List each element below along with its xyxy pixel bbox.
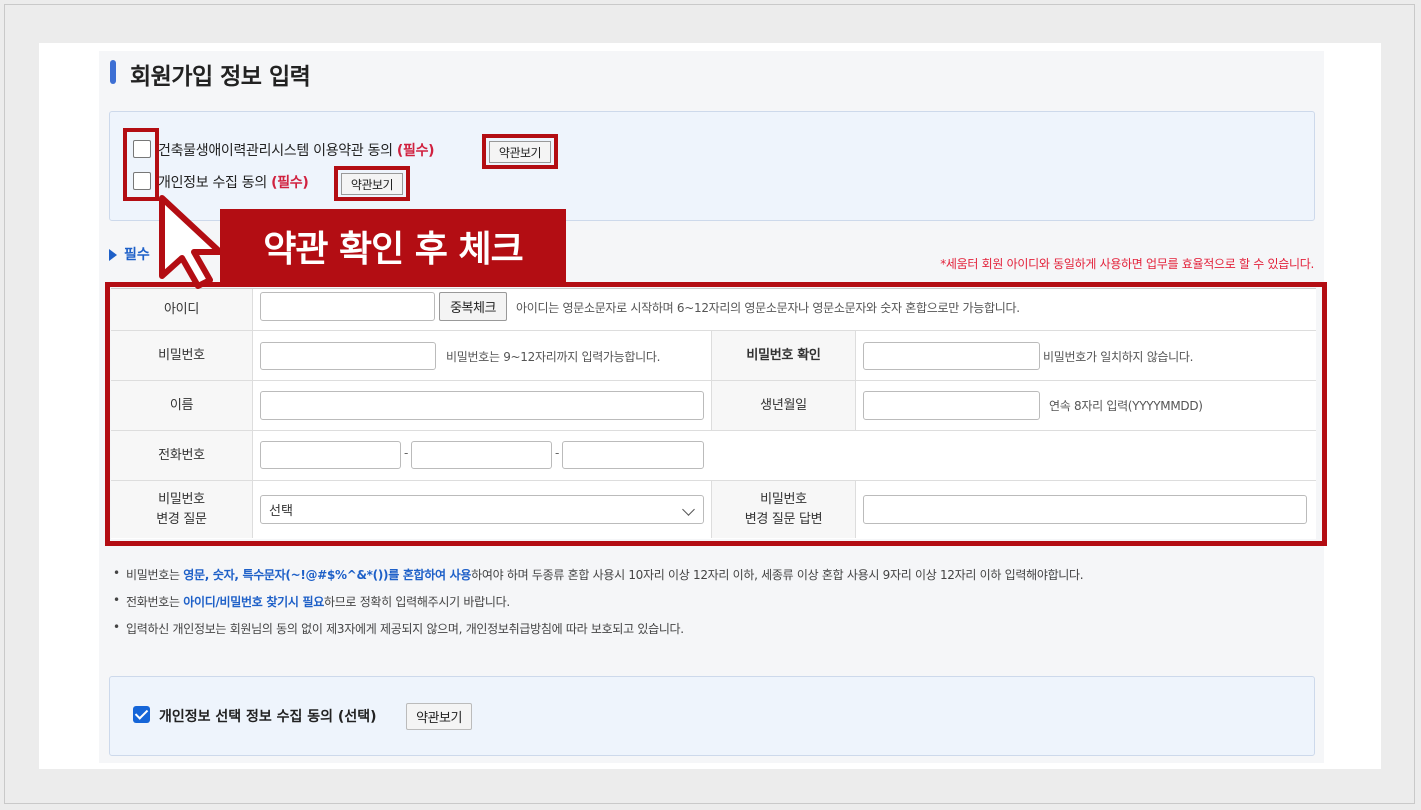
terms-required-mark: (필수) bbox=[396, 143, 435, 159]
privacy-required-mark: (필수) bbox=[271, 175, 309, 191]
form-highlight bbox=[105, 282, 1327, 546]
privacy-agreement-text: 개인정보 수집 동의 bbox=[158, 175, 267, 191]
note-item: 입력하신 개인정보는 회원님의 동의 없이 제3자에게 제공되지 않으며, 개인… bbox=[113, 620, 1083, 647]
terms-agreement-text: 건축물생애이력관리시스템 이용약관 동의 bbox=[158, 143, 393, 159]
note-item: 전화번호는 아이디/비밀번호 찾기시 필요하므로 정확히 입력해주시기 바랍니다… bbox=[113, 593, 1083, 620]
id-usage-note: *세움터 회원 아이디와 동일하게 사용하면 업무를 효율적으로 할 수 있습니… bbox=[940, 257, 1314, 271]
pointer-cursor-icon bbox=[159, 195, 223, 289]
privacy-agreement-label: 개인정보 수집 동의 (필수) bbox=[158, 172, 309, 192]
terms-view-highlight bbox=[482, 134, 558, 169]
annotation-banner: 약관 확인 후 체크 bbox=[220, 209, 566, 283]
privacy-view-highlight bbox=[334, 166, 410, 201]
section-arrow-icon bbox=[109, 249, 117, 261]
section-label: 필수 bbox=[124, 247, 150, 263]
note-item: 비밀번호는 영문, 숫자, 특수문자(~!@#$%^&*())를 혼합하여 사용… bbox=[113, 566, 1084, 593]
notes-list: 비밀번호는 영문, 숫자, 특수문자(~!@#$%^&*())를 혼합하여 사용… bbox=[113, 566, 1084, 647]
page-title: 회원가입 정보 입력 bbox=[130, 64, 311, 90]
agreement-box bbox=[109, 111, 1315, 221]
optional-agreement-checkbox[interactable] bbox=[133, 706, 150, 723]
optional-agreement-text: 개인정보 선택 정보 수집 동의 (선택) bbox=[159, 709, 377, 725]
title-accent-bar bbox=[110, 60, 116, 84]
terms-agreement-label: 건축물생애이력관리시스템 이용약관 동의 (필수) bbox=[158, 140, 435, 160]
optional-view-button[interactable]: 약관보기 bbox=[406, 703, 472, 730]
